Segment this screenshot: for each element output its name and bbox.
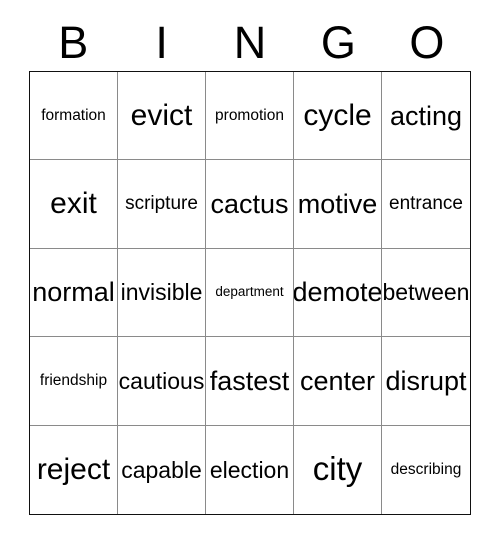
bingo-cell-label: demote [294,277,382,308]
bingo-cell[interactable]: exit [30,160,118,249]
bingo-cell-label: acting [389,100,463,131]
bingo-cell[interactable]: center [294,337,382,426]
bingo-cell[interactable]: cautious [118,337,206,426]
bingo-cell-label: motive [297,188,378,219]
bingo-cell[interactable]: city [294,425,382,514]
bingo-header-letter-b: B [58,17,89,68]
bingo-cell[interactable]: demote [294,248,382,338]
bingo-cell-label: normal [32,277,115,308]
bingo-cell-label: election [209,456,290,483]
bingo-cell[interactable]: describing [382,425,470,514]
bingo-cell[interactable]: reject [30,425,118,514]
bingo-cell[interactable]: fastest [206,337,294,426]
bingo-header-letter-n: N [233,17,267,68]
bingo-cell[interactable]: invisible [118,248,206,338]
bingo-cell-label: scripture [125,193,198,215]
bingo-cell[interactable]: formation [30,72,118,161]
bingo-cell[interactable]: acting [382,72,470,161]
bingo-cell[interactable]: motive [294,160,382,249]
bingo-cell-label: department [215,284,284,300]
bingo-cell[interactable]: cycle [294,72,382,161]
bingo-cell-label: invisible [120,279,203,306]
bingo-cell-label: disrupt [385,365,467,396]
bingo-cell-label: evict [130,98,193,132]
bingo-cell-label: capable [121,456,202,483]
bingo-cell-label: promotion [215,106,284,124]
bingo-cell-label: cactus [210,188,289,219]
bingo-cell[interactable]: between [382,248,470,338]
bingo-cell-label: friendship [39,371,108,389]
bingo-cell[interactable]: disrupt [382,337,470,426]
bingo-header-row: B I N G O [29,14,471,71]
bingo-cell[interactable]: scripture [118,160,206,249]
bingo-cell-label: cautious [118,367,205,394]
bingo-cell[interactable]: election [206,425,294,514]
bingo-grid: formation evict promotion cycle acting e… [29,71,471,515]
bingo-cell-label: exit [50,187,97,221]
bingo-cell-label: formation [41,106,106,124]
bingo-header-letter-g: G [320,17,356,68]
bingo-cell-label: entrance [389,193,463,215]
bingo-cell-label: center [299,365,376,396]
bingo-header-letter-i: I [155,17,168,68]
bingo-cell[interactable]: entrance [382,160,470,249]
bingo-cell-label: describing [390,460,462,478]
bingo-cell[interactable]: evict [118,72,206,161]
bingo-cell[interactable]: cactus [206,160,294,249]
bingo-cell[interactable]: capable [118,425,206,514]
bingo-cell[interactable]: promotion [206,72,294,161]
bingo-cell[interactable]: department [206,248,294,338]
bingo-card: B I N G O formation evict promotion cycl… [0,0,500,544]
bingo-cell-label: reject [36,453,111,487]
bingo-cell-label: between [382,279,470,306]
bingo-cell-label: fastest [209,365,290,396]
bingo-cell-label: city [312,450,363,488]
bingo-header-letter-o: O [409,17,445,68]
bingo-cell-label: cycle [303,98,372,132]
bingo-cell[interactable]: friendship [30,337,118,426]
bingo-cell[interactable]: normal [30,248,118,338]
